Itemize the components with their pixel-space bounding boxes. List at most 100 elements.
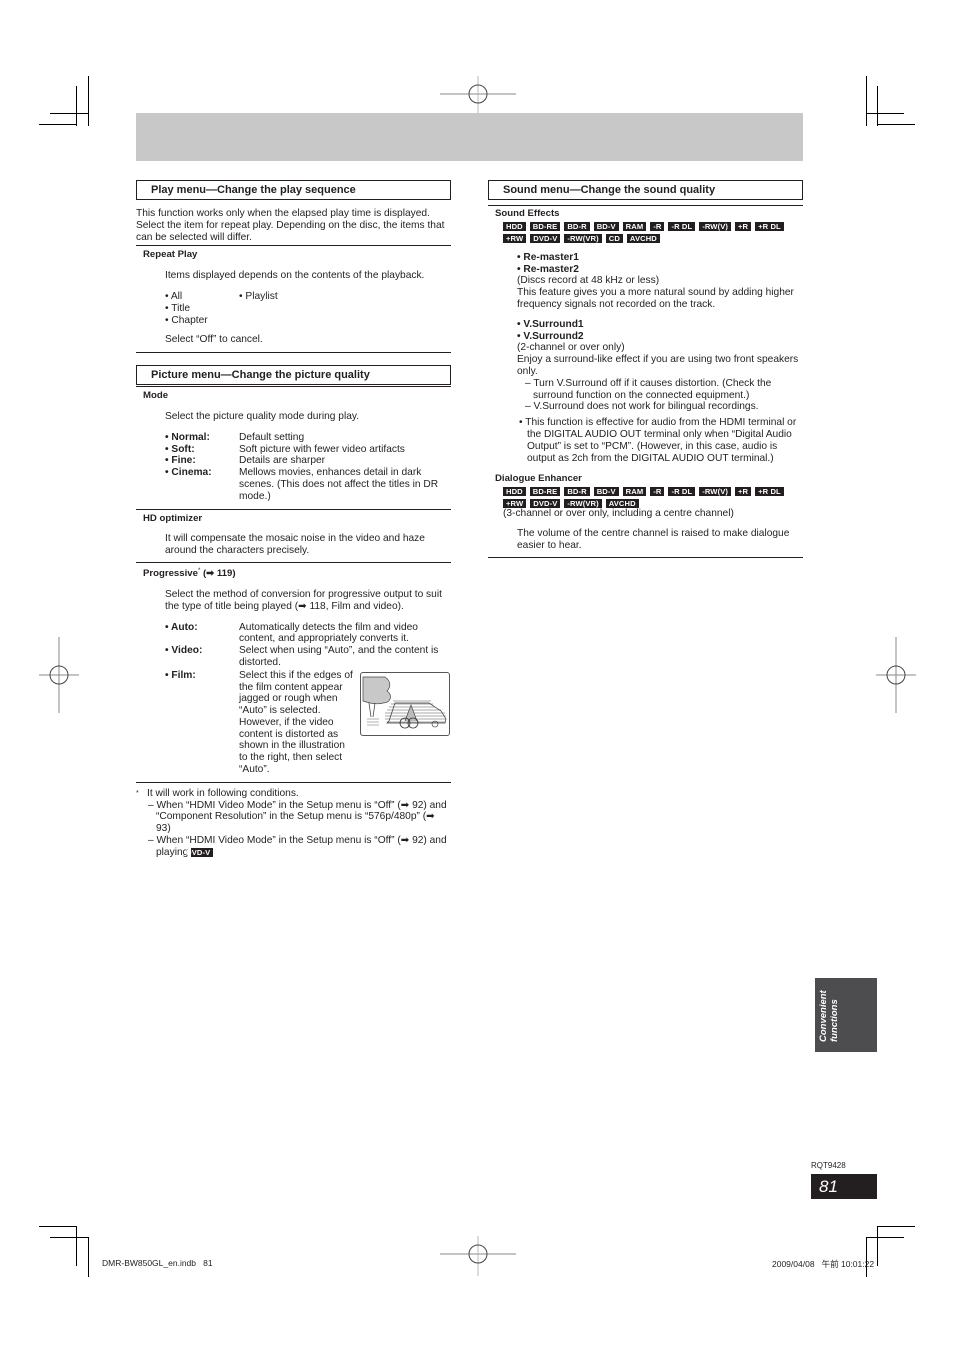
remaster-note: (Discs record at 48 kHz or less) (517, 275, 660, 287)
option-playlist: Playlist (239, 291, 277, 303)
disc-badge: HDD (503, 221, 526, 231)
surround-desc: Enjoy a surround-like effect if you are … (517, 354, 799, 377)
progressive-video-value: Select when using “Auto”, and the conten… (239, 645, 439, 668)
surround-block: V.Surround1 V.Surround2 (2-channel or ov… (488, 319, 803, 465)
disc-badge: BD-V (593, 221, 619, 231)
mode-soft-key: Soft: (165, 444, 239, 456)
crop-mark (866, 113, 904, 114)
crop-mark (88, 1237, 89, 1277)
surround-dash-2: – V.Surround does not work for bilingual… (525, 401, 759, 413)
page-number: 81 (811, 1174, 877, 1199)
remaster-1: Re-master1 (517, 252, 803, 264)
disc-badge-dvd-v: DVD-V (186, 847, 214, 857)
remaster-2: Re-master2 (517, 264, 803, 276)
hd-optimizer-desc: It will compensate the mosaic noise in t… (165, 533, 425, 557)
disc-badge: AVCHD (626, 233, 660, 243)
section-side-tab-label: Convenient functions (818, 990, 840, 1042)
crop-mark (877, 124, 915, 125)
disc-badge: -R (650, 487, 665, 497)
mode-heading: Mode (143, 390, 169, 402)
surround-bullet-note: • This function is effective for audio f… (519, 417, 797, 464)
mode-normal-value: Default setting (239, 431, 305, 443)
progressive-film-key: Film: (165, 670, 239, 776)
registration-target-icon (876, 637, 916, 713)
registration-target-icon (440, 76, 516, 116)
progressive-auto-value: Automatically detects the film and video… (239, 621, 418, 645)
repeat-play-cancel-note: Select “Off” to cancel. (165, 334, 263, 346)
disc-badge: -RW(VR) (564, 233, 602, 243)
play-menu-intro: This function works only when the elapse… (136, 208, 445, 243)
crop-mark (76, 1226, 77, 1266)
option-chapter: Chapter (165, 315, 239, 327)
progressive-auto-key: Auto: (165, 622, 239, 646)
progressive-heading-text: Progressive (143, 568, 198, 580)
disc-badge: BD-RE (529, 487, 561, 497)
progressive-film-row: Select this if the edges of the film con… (239, 670, 451, 776)
sound-effects-heading: Sound Effects (495, 208, 560, 219)
disc-badge: BD-RE (529, 221, 561, 231)
surround-1: V.Surround1 (517, 319, 803, 331)
progressive-list: Auto: Automatically detects the film and… (136, 622, 451, 776)
mode-fine-value: Details are sharper (239, 455, 326, 467)
mode-cinema-key: Cinema: (165, 467, 239, 502)
disc-badge: +R DL (755, 221, 784, 231)
registration-target-icon (39, 637, 79, 713)
surround-dash-2-text: V.Surround does not work for bilingual r… (533, 401, 759, 413)
document-code: RQT9428 (811, 1161, 846, 1170)
option-all: All (165, 291, 239, 303)
disc-badge: +R (735, 221, 752, 231)
disc-badge: +R DL (755, 487, 784, 497)
surround-dash-1-text: Turn V.Surround off if it causes distort… (533, 377, 772, 401)
crop-mark (877, 86, 878, 126)
disc-badge: DVD-V (530, 233, 561, 243)
crop-mark (76, 86, 77, 126)
registration-target-icon (440, 1236, 516, 1276)
crop-mark (866, 1237, 904, 1238)
disc-badge: -R DL (668, 221, 696, 231)
disc-badge: BD-R (564, 221, 590, 231)
picture-menu-title: Picture menu—Change the picture quality (136, 365, 451, 386)
crop-mark (50, 1237, 88, 1238)
disc-badge: +RW (503, 499, 527, 509)
surround-dash-1: – Turn V.Surround off if it causes disto… (525, 377, 772, 401)
progressive-film-value: Select this if the edges of the film con… (239, 669, 353, 776)
dialogue-enhancer-desc: The volume of the centre channel is rais… (517, 527, 790, 551)
surround-note: (2-channel or over only) (517, 342, 625, 354)
progressive-heading: Progressive* (➡ 119) (136, 566, 451, 580)
distorted-image-illustration (360, 671, 450, 736)
surround-bullet-note-text: This function is effective for audio fro… (525, 417, 797, 464)
footnote-condition-1-text: When “HDMI Video Mode” in the Setup menu… (156, 799, 447, 835)
footnote-symbol: * (136, 789, 139, 797)
crop-mark (866, 76, 867, 126)
progressive-page-ref[interactable]: (➡ 119) (203, 568, 236, 579)
crop-mark (39, 1226, 76, 1227)
footnote-condition-1: – When “HDMI Video Mode” in the Setup me… (148, 799, 447, 835)
footnote-intro: It will work in following conditions. (147, 787, 299, 799)
dialogue-enhancer-note: (3-channel or over only, including a cen… (503, 508, 734, 520)
footnote-mark: * (197, 567, 201, 574)
option-title: Title (165, 303, 239, 315)
disc-badge: -RW(V) (699, 487, 731, 497)
mode-desc: Select the picture quality mode during p… (165, 410, 360, 422)
disc-badge: RAM (622, 487, 647, 497)
footnote-condition-2: – When “HDMI Video Mode” in the Setup me… (148, 835, 447, 858)
crop-mark (877, 1226, 915, 1227)
progressive-desc: Select the method of conversion for prog… (165, 588, 442, 612)
crop-mark (88, 76, 89, 126)
left-column: Play menu—Change the play sequence This … (136, 180, 451, 859)
mode-list: Normal: Default setting Soft: Soft pictu… (136, 432, 451, 503)
crop-mark (50, 113, 88, 114)
play-menu-title: Play menu—Change the play sequence (136, 180, 451, 200)
sound-menu-title: Sound menu—Change the sound quality (488, 180, 803, 200)
dialogue-enhancer-badges: HDD BD-RE BD-R BD-V RAM -R -R DL -RW(V) … (488, 487, 793, 509)
disc-badge: DVD-V (530, 499, 561, 509)
disc-badge: BD-R (564, 487, 590, 497)
disc-badge: +RW (503, 233, 527, 243)
crop-mark (39, 124, 76, 125)
crop-mark (866, 1237, 867, 1277)
mode-soft-value: Soft picture with fewer video artifacts (239, 443, 405, 455)
remaster-block: Re-master1 Re-master2 (Discs record at 4… (488, 252, 803, 311)
repeat-play-desc: Items displayed depends on the contents … (165, 270, 425, 282)
hd-optimizer-heading: HD optimizer (143, 512, 203, 524)
disc-badge: -RW(VR) (564, 499, 602, 509)
